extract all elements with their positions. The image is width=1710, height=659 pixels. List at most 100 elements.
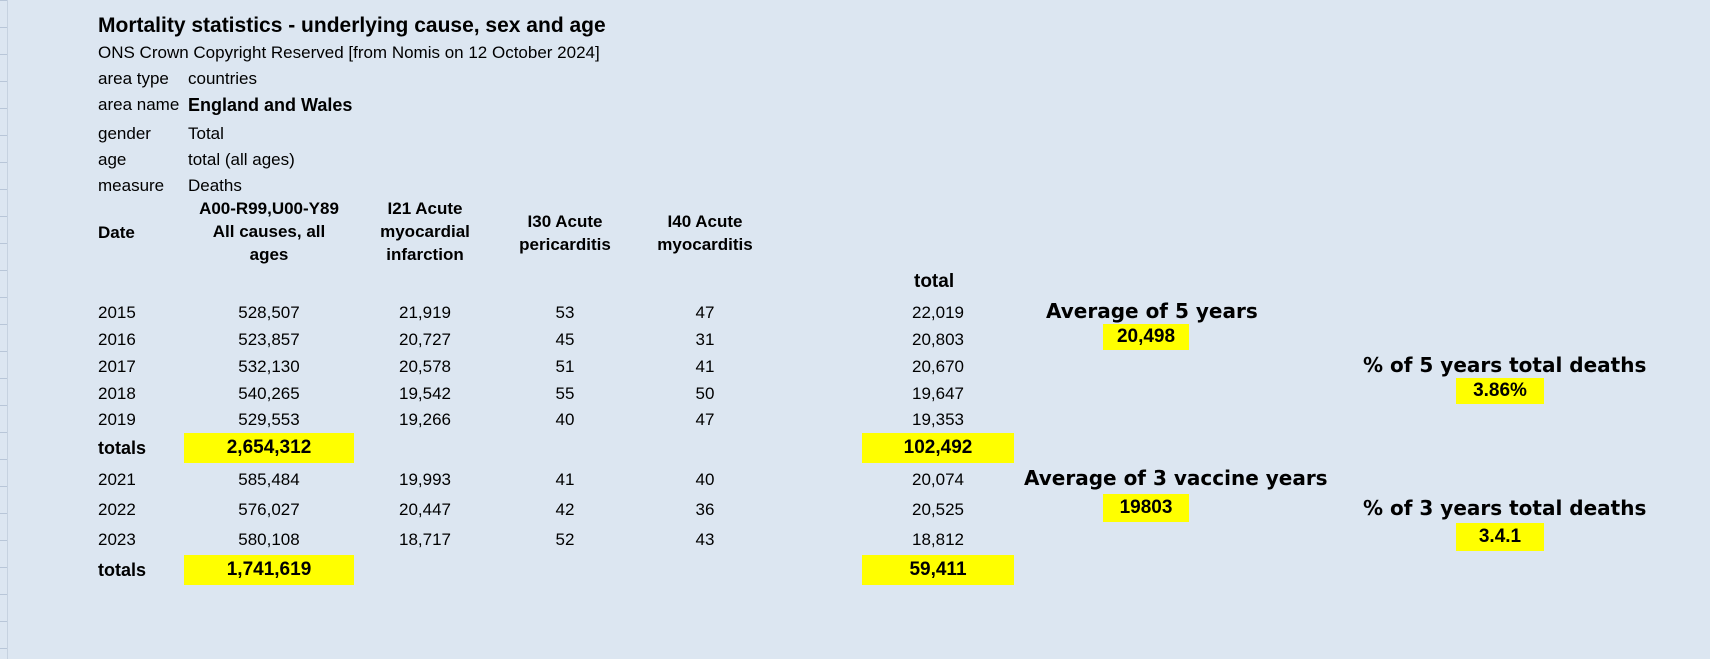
row-gutter-tick [0, 135, 7, 136]
cell-i21: 19,542 [399, 384, 451, 403]
row-year: 2021 [98, 470, 136, 489]
cell-total: 19,353 [912, 410, 964, 429]
row-gutter-tick [0, 459, 7, 460]
average-3-vaccine-years-label: Average of 3 vaccine years [1024, 466, 1328, 490]
row-year: 2016 [98, 330, 136, 349]
cell-i30: 55 [555, 384, 575, 403]
row-gutter-tick [0, 378, 7, 379]
cell-i21: 19,266 [399, 410, 451, 429]
cell-i40: 47 [695, 303, 715, 322]
meta-value-gender: Total [188, 124, 224, 143]
source-line: ONS Crown Copyright Reserved [from Nomis… [98, 43, 600, 62]
row-year: 2022 [98, 500, 136, 519]
row-year: 2015 [98, 303, 136, 322]
totals-label-2: totals [98, 560, 147, 580]
header-i21-line-1: I21 Acute [387, 199, 463, 218]
header-i40-line-1: I40 Acute [667, 212, 743, 231]
percent-5-years-label: % of 5 years total deaths [1363, 353, 1647, 377]
totals-total-2: 59,411 [862, 555, 1014, 585]
cell-all-causes: 585,484 [238, 470, 300, 489]
cell-i21: 20,578 [399, 357, 451, 376]
cell-total: 20,074 [912, 470, 964, 489]
cell-i40: 31 [695, 330, 715, 349]
row-gutter-tick [0, 324, 7, 325]
cell-i40: 40 [695, 470, 715, 489]
cell-i30: 40 [555, 410, 575, 429]
row-gutter-tick [0, 216, 7, 217]
row-gutter [0, 0, 8, 659]
row-gutter-tick [0, 513, 7, 514]
header-i30-line-2: pericarditis [519, 235, 611, 254]
cell-total: 20,803 [912, 330, 964, 349]
row-gutter-tick [0, 0, 7, 1]
row-gutter-tick [0, 405, 7, 406]
header-i21-line-2: myocardial [380, 222, 470, 241]
percent-5-years-value: 3.86% [1456, 378, 1544, 404]
totals-label-1: totals [98, 438, 147, 458]
row-year: 2017 [98, 357, 136, 376]
row-gutter-tick [0, 108, 7, 109]
row-gutter-tick [0, 297, 7, 298]
cell-all-causes: 576,027 [238, 500, 300, 519]
cell-all-causes: 529,553 [238, 410, 300, 429]
row-gutter-tick [0, 621, 7, 622]
cell-total: 19,647 [912, 384, 964, 403]
cell-i21: 21,919 [399, 303, 451, 322]
cell-all-causes: 528,507 [238, 303, 300, 322]
row-gutter-tick [0, 243, 7, 244]
row-gutter-tick [0, 162, 7, 163]
totals-all-causes-1: 2,654,312 [184, 433, 354, 463]
row-gutter-tick [0, 27, 7, 28]
cell-all-causes: 540,265 [238, 384, 300, 403]
meta-label-age: age [98, 150, 127, 169]
row-gutter-tick [0, 648, 7, 649]
totals-total-1: 102,492 [862, 433, 1014, 463]
cell-i40: 36 [695, 500, 715, 519]
row-gutter-tick [0, 594, 7, 595]
row-gutter-tick [0, 432, 7, 433]
cell-i30: 45 [555, 330, 575, 349]
header-all-causes-line-1: A00-R99,U00-Y89 [199, 199, 339, 218]
cell-i30: 53 [555, 303, 575, 322]
cell-i40: 41 [695, 357, 715, 376]
average-3-vaccine-years-value: 19803 [1103, 494, 1189, 522]
cell-total: 18,812 [912, 530, 964, 549]
row-gutter-tick [0, 81, 7, 82]
cell-i30: 52 [555, 530, 575, 549]
average-5-years-value: 20,498 [1103, 324, 1189, 350]
sheet-title: Mortality statistics - underlying cause,… [98, 14, 606, 37]
cell-i30: 41 [555, 470, 575, 489]
cell-i21: 20,727 [399, 330, 451, 349]
cell-i40: 43 [695, 530, 715, 549]
row-gutter-tick [0, 189, 7, 190]
cell-total: 20,670 [912, 357, 964, 376]
meta-value-measure: Deaths [188, 176, 242, 195]
row-year: 2018 [98, 384, 136, 403]
meta-label-area-name: area name [98, 95, 180, 114]
meta-label-area-type: area type [98, 69, 169, 88]
totals-all-causes-2: 1,741,619 [184, 555, 354, 585]
cell-i30: 42 [555, 500, 575, 519]
row-year: 2023 [98, 530, 136, 549]
average-5-years-label: Average of 5 years [1046, 299, 1258, 323]
row-gutter-tick [0, 270, 7, 271]
meta-value-area-type: countries [188, 69, 257, 88]
cell-i40: 47 [695, 410, 715, 429]
meta-label-measure: measure [98, 176, 165, 195]
header-total: total [914, 271, 955, 292]
header-i21-line-3: infarction [386, 245, 464, 264]
header-date: Date [98, 223, 135, 242]
header-all-causes: A00-R99,U00-Y89 All causes, all ages [178, 197, 360, 266]
row-gutter-tick [0, 486, 7, 487]
meta-value-age: total (all ages) [188, 150, 295, 169]
cell-total: 20,525 [912, 500, 964, 519]
header-i40: I40 Acute myocarditis [640, 210, 770, 256]
header-all-causes-line-2: All causes, all [212, 222, 326, 241]
cell-all-causes: 532,130 [238, 357, 300, 376]
cell-total: 22,019 [912, 303, 964, 322]
header-all-causes-line-3: ages [249, 245, 289, 264]
meta-label-gender: gender [98, 124, 151, 143]
cell-i21: 19,993 [399, 470, 451, 489]
row-gutter-tick [0, 567, 7, 568]
cell-all-causes: 523,857 [238, 330, 300, 349]
